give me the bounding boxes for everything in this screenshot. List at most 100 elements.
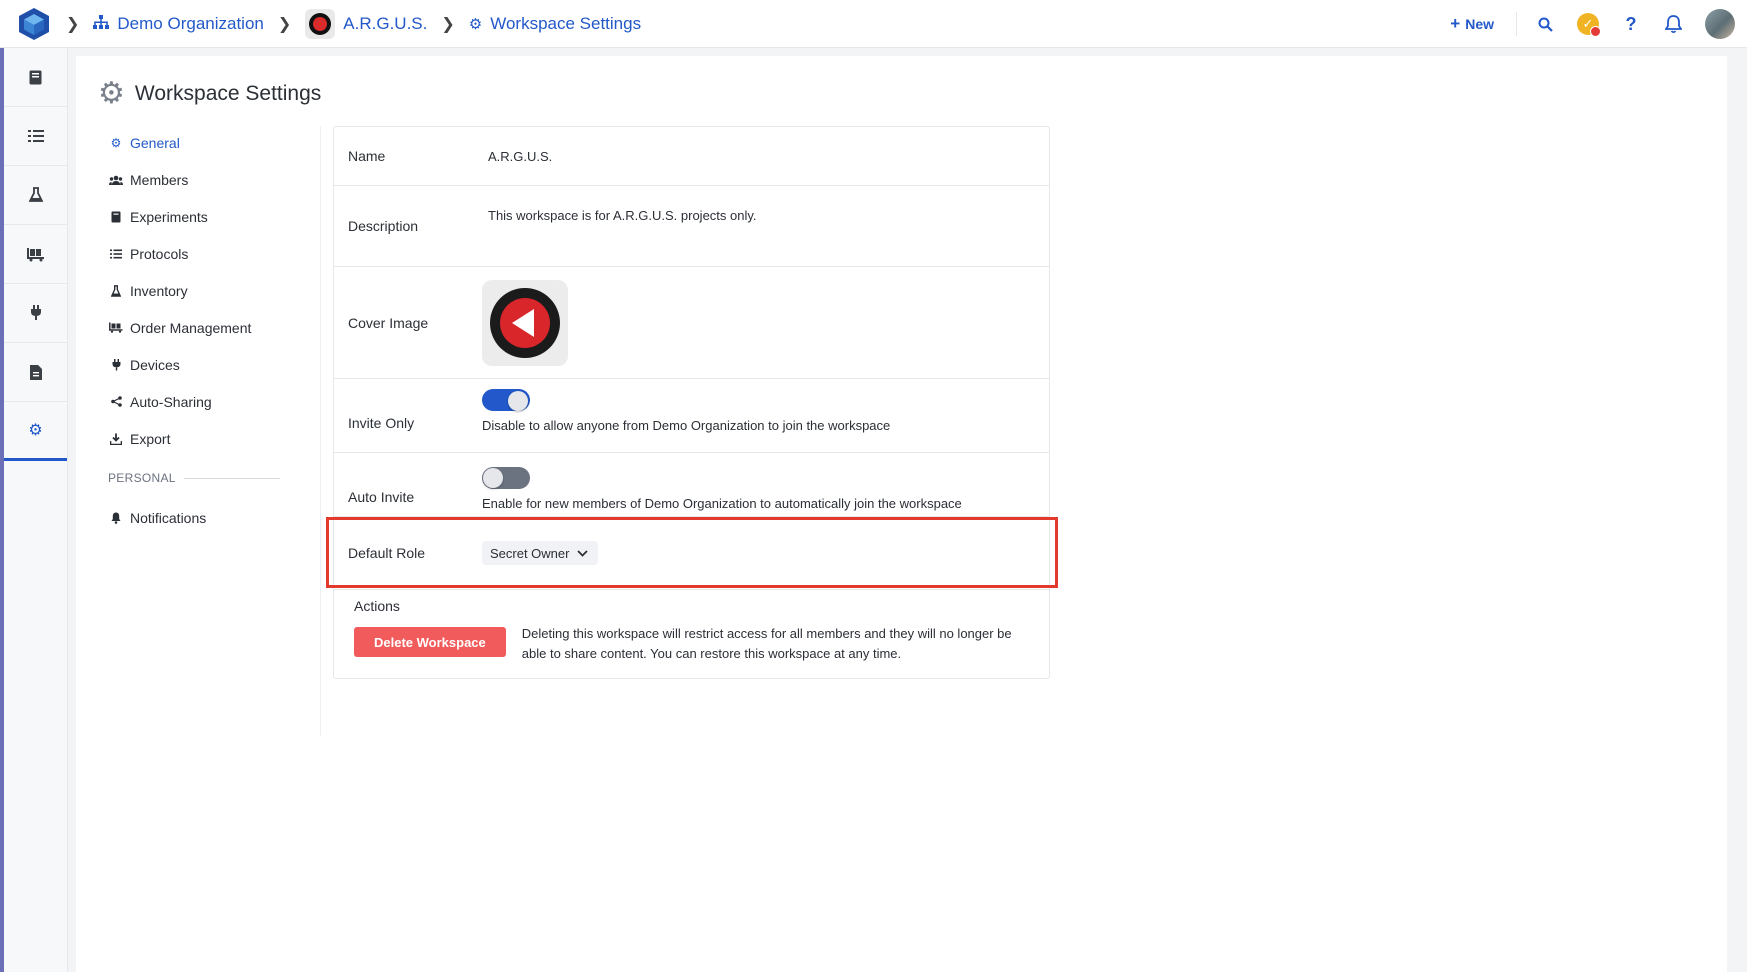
- subnav-label: General: [130, 134, 180, 151]
- app-logo-icon[interactable]: [16, 6, 52, 42]
- notebook-icon: [108, 211, 124, 223]
- user-avatar[interactable]: [1705, 9, 1735, 39]
- rail-inventory[interactable]: [4, 166, 67, 225]
- toggle-knob: [483, 468, 503, 488]
- subnav-label: Auto-Sharing: [130, 393, 212, 410]
- toggle-knob: [508, 391, 528, 411]
- subnav-label: Protocols: [130, 245, 189, 262]
- breadcrumb-workspace-label: A.R.G.U.S.: [343, 13, 428, 33]
- general-settings-card: Name A.R.G.U.S. Description This workspa…: [333, 126, 1050, 679]
- auto-invite-help: Enable for new members of Demo Organizat…: [482, 496, 962, 511]
- setting-row-cover-image: Cover Image: [334, 267, 1049, 379]
- delete-workspace-button[interactable]: Delete Workspace: [354, 627, 506, 657]
- new-button[interactable]: + New: [1450, 14, 1494, 34]
- subnav-label: Export: [130, 430, 171, 447]
- breadcrumb-org[interactable]: Demo Organization: [93, 13, 264, 34]
- tasks-check-icon[interactable]: ✓: [1577, 13, 1601, 37]
- subnav-auto-sharing[interactable]: Auto-Sharing: [108, 383, 348, 420]
- invite-only-help: Disable to allow anyone from Demo Organi…: [482, 418, 891, 433]
- gear-icon: ⚙: [28, 422, 43, 439]
- bell-icon[interactable]: [1663, 14, 1683, 34]
- default-role-select[interactable]: Secret Owner: [482, 541, 599, 565]
- list-check-icon: [108, 249, 124, 259]
- divider: [320, 126, 321, 736]
- search-icon[interactable]: [1535, 14, 1555, 34]
- subnav-label: Experiments: [130, 208, 208, 225]
- invite-only-label: Invite Only: [348, 415, 415, 431]
- gear-icon: ⚙: [98, 77, 125, 110]
- rail-experiments[interactable]: [4, 48, 67, 107]
- invite-only-toggle[interactable]: [482, 389, 530, 411]
- rail-settings[interactable]: ⚙: [4, 402, 67, 461]
- breadcrumb-current[interactable]: ⚙ Workspace Settings: [469, 14, 641, 34]
- page-title-text: Workspace Settings: [134, 81, 322, 105]
- cover-image-label: Cover Image: [348, 314, 429, 331]
- list-check-icon: [27, 130, 44, 142]
- top-bar: ❯ Demo Organization ❯ A.R.G.U.S. ❯ ⚙ Wor…: [0, 0, 1747, 48]
- subnav-inventory[interactable]: Inventory: [108, 272, 348, 309]
- invite-only-control: Disable to allow anyone from Demo Organi…: [482, 389, 890, 433]
- actions-title: Actions: [354, 598, 400, 614]
- sitemap-icon: [93, 14, 110, 33]
- actions-body: Delete Workspace Deleting this workspace…: [354, 624, 1027, 664]
- main-panel: ⚙ Workspace Settings ⚙ General Members E…: [76, 56, 1727, 972]
- share-icon: [108, 396, 124, 407]
- description-value[interactable]: This workspace is for A.R.G.U.S. project…: [488, 208, 757, 223]
- bell-icon: [108, 512, 124, 524]
- divider: [183, 477, 280, 479]
- left-rail: ⚙: [4, 48, 68, 972]
- subnav-label: Notifications: [130, 509, 207, 526]
- subnav-general[interactable]: ⚙ General: [108, 124, 348, 161]
- actions-section: Actions Delete Workspace Deleting this w…: [334, 589, 1049, 678]
- gears-icon: ⚙: [110, 135, 122, 150]
- delete-workspace-help: Deleting this workspace will restrict ac…: [521, 626, 1012, 661]
- help-icon[interactable]: ?: [1621, 14, 1641, 34]
- notebook-icon: [29, 70, 42, 84]
- rail-reports[interactable]: [4, 343, 67, 402]
- plug-icon: [108, 358, 124, 371]
- dolly-icon: [108, 322, 124, 333]
- chevron-down-icon: [577, 549, 589, 557]
- rail-protocols[interactable]: [4, 107, 67, 166]
- cover-image[interactable]: [482, 279, 568, 366]
- setting-row-default-role: Default Role Secret Owner: [334, 517, 1049, 589]
- subnav-order-management[interactable]: Order Management: [108, 309, 348, 346]
- auto-invite-toggle[interactable]: [482, 467, 530, 489]
- subnav-label: Devices: [130, 356, 180, 373]
- setting-row-description: Description This workspace is for A.R.G.…: [334, 186, 1049, 267]
- flask-icon: [28, 187, 43, 202]
- subnav-label: Inventory: [130, 282, 188, 299]
- description-label: Description: [348, 218, 419, 234]
- subnav-protocols[interactable]: Protocols: [108, 235, 348, 272]
- new-button-label: New: [1465, 16, 1494, 32]
- plus-icon: +: [1450, 14, 1461, 33]
- auto-invite-label: Auto Invite: [348, 489, 415, 505]
- page-title: ⚙ Workspace Settings: [98, 76, 321, 111]
- breadcrumb-current-label: Workspace Settings: [490, 13, 642, 33]
- subnav-notifications[interactable]: Notifications: [108, 499, 348, 536]
- argus-badge-icon: [490, 287, 560, 358]
- rail-orders[interactable]: [4, 225, 67, 284]
- flask-icon: [108, 284, 124, 297]
- setting-row-auto-invite: Auto Invite Enable for new members of De…: [334, 453, 1049, 517]
- default-role-value: Secret Owner: [490, 545, 570, 561]
- setting-row-name: Name A.R.G.U.S.: [334, 127, 1049, 186]
- rail-devices[interactable]: [4, 284, 67, 343]
- auto-invite-control: Enable for new members of Demo Organizat…: [482, 467, 962, 511]
- workspace-logo-icon: [305, 8, 336, 39]
- name-value[interactable]: A.R.G.U.S.: [488, 149, 552, 164]
- subnav-members[interactable]: Members: [108, 161, 348, 198]
- dolly-icon: [26, 247, 44, 261]
- breadcrumb-workspace[interactable]: A.R.G.U.S.: [305, 8, 428, 39]
- subnav-section-label: PERSONAL: [108, 471, 176, 485]
- chevron-right-icon: ❯: [66, 15, 80, 33]
- subnav-experiments[interactable]: Experiments: [108, 198, 348, 235]
- subnav-export[interactable]: Export: [108, 420, 348, 457]
- name-label: Name: [348, 148, 386, 164]
- setting-row-invite-only: Invite Only Disable to allow anyone from…: [334, 379, 1049, 453]
- subnav-devices[interactable]: Devices: [108, 346, 348, 383]
- breadcrumb-org-label: Demo Organization: [117, 13, 264, 33]
- chevron-right-icon: ❯: [277, 15, 292, 33]
- subnav-label: Members: [130, 171, 189, 188]
- topbar-actions: + New ✓ ?: [1450, 0, 1747, 48]
